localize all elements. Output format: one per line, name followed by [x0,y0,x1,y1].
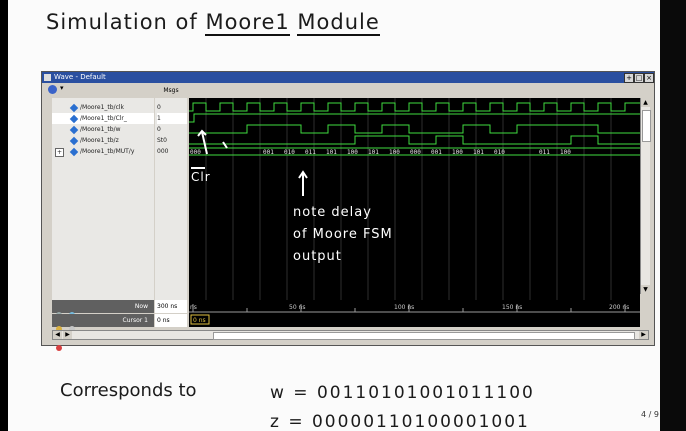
wave-toolbar: ▾ [42,83,654,96]
signal-value-pane: 0 1 0 St0 000 [155,98,187,308]
signal-value: 1 [157,113,187,124]
timeline-tick-label: 100 ns [394,304,414,311]
time-ruler-svg: ns 50 ns 100 ns 150 ns 200 ns 0 ns [189,304,640,325]
w-sequence-text: w = 00110101001011100 [270,383,535,403]
signal-diamond-icon [69,103,79,113]
globe-icon[interactable] [48,85,57,94]
clr-waveform [189,113,640,123]
bus-value-label: 100 [452,149,463,156]
waveform-svg: 000 001 010 011 101 100 101 100 000 001 … [189,98,640,308]
signal-value: 0 [157,104,161,111]
signal-diamond-icon [69,114,79,124]
slide-page: Simulation of Moore1 Module Wave - Defau… [8,0,660,431]
signal-name: /Moore1_tb/w [80,126,121,133]
z-waveform [189,135,640,145]
scroll-right-arrow-icon[interactable]: ▶ [639,331,648,339]
wave-window-titlebar: Wave - Default + □ × [42,72,654,83]
cursor-row-icons [56,317,86,351]
bus-value-label: 011 [305,149,316,156]
scroll-down-arrow-icon[interactable]: ▼ [641,285,650,294]
now-row: Now [52,300,154,337]
scroll-right-arrow-small-icon[interactable]: ▶ [63,331,72,339]
corresponds-to-text: Corresponds to [60,380,197,401]
horizontal-scroll-thumb[interactable] [213,332,635,340]
signal-row-w[interactable]: /Moore1_tb/w [52,124,154,135]
timeline-tick-label: 50 ns [289,304,305,311]
timeline-tick-label: 150 ns [502,304,522,311]
bus-value-label: 001 [431,149,442,156]
signal-row-clr[interactable]: /Moore1_tb/Clr_ [52,113,154,124]
timeline-tick-label: ns [190,304,197,311]
time-ruler[interactable]: ns 50 ns 100 ns 150 ns 200 ns 0 ns [189,300,640,327]
now-label: Now [134,303,148,310]
annotation-note-line1: note delay [293,205,372,220]
window-dock-button[interactable]: + [624,73,634,83]
bus-value-label: 010 [494,149,505,156]
signal-row-y[interactable]: + /Moore1_tb/MUT/y [52,146,154,157]
title-underlined-moore: Moore1 [205,10,290,36]
bus-value-label: 001 [263,149,274,156]
signal-name: /Moore1_tb/Clr_ [80,115,127,122]
clk-waveform [189,102,640,112]
signal-diamond-icon [69,136,79,146]
waveform-pane[interactable]: 000 001 010 011 101 100 101 100 000 001 … [189,98,640,308]
msgs-column-header: Msgs [163,87,179,94]
bus-value-label: 100 [560,149,571,156]
signal-name: /Moore1_tb/z [80,137,119,144]
bus-value-label: 000 [410,149,421,156]
bus-value-label: 101 [326,149,337,156]
signal-value: 000 [157,148,169,155]
signal-row-clk[interactable]: /Moore1_tb/clk [52,102,154,113]
right-black-strip [660,0,686,431]
scroll-left-arrow-icon[interactable]: ◀ [53,331,62,339]
mouse-pointer [222,141,228,149]
bus-value-label: 101 [368,149,379,156]
page-number: 4 / 9 [641,410,659,419]
window-app-icon [44,74,51,81]
cursor-row: Cursor 1 [52,314,154,351]
annotation-note-line3: output [293,249,342,264]
timeline-tick-label: 200 ns [609,304,629,311]
vertical-scroll-thumb[interactable] [642,110,651,142]
bus-value-label: 100 [389,149,400,156]
window-close-button[interactable]: × [644,73,654,83]
signal-name-pane: /Moore1_tb/clk /Moore1_tb/Clr_ /Moore1_t… [52,98,154,308]
dropdown-arrow-icon[interactable]: ▾ [60,84,64,92]
signal-diamond-icon [69,147,79,157]
bus-value-label: 101 [473,149,484,156]
title-text: Simulation of [46,10,206,34]
w-waveform [189,124,640,134]
annotation-clr: Clr [191,170,211,184]
bus-value-label: 011 [539,149,550,156]
bus-value-label: 100 [347,149,358,156]
bus-value-label: 010 [284,149,295,156]
vertical-scrollbar[interactable]: ▲ ▼ [640,98,651,294]
horizontal-scrollbar[interactable]: ◀ ▶ ▶ [52,330,649,340]
scroll-up-arrow-icon[interactable]: ▲ [641,98,650,107]
expand-plus-icon[interactable]: + [55,148,64,157]
cursor-marker-label: 0 ns [193,317,206,324]
now-row-icons [56,303,86,337]
cursor-label: Cursor 1 [122,317,148,324]
title-underlined-module: Module [297,10,380,36]
wave-window: Wave - Default + □ × ▾ Msgs /Moore1_tb/c… [41,71,655,351]
signal-name: /Moore1_tb/clk [80,104,125,111]
cursor-value: 0 ns [155,314,187,327]
z-sequence-text: z = 00000110100001001 [270,412,530,431]
now-value: 300 ns [155,300,187,313]
signal-value: St0 [157,137,167,144]
wave-window-title: Wave - Default [54,73,106,81]
signal-diamond-icon [69,125,79,135]
annotation-note-line2: of Moore FSM [293,227,393,242]
window-float-button[interactable]: □ [634,73,644,83]
slide-title: Simulation of Moore1 Module [46,10,380,36]
signal-name: /Moore1_tb/MUT/y [80,148,135,155]
signal-value: 0 [157,126,161,133]
signal-row-z[interactable]: /Moore1_tb/z [52,135,154,146]
remove-cursor-icon[interactable] [56,345,62,351]
bus-value-label: 000 [190,149,201,156]
status-label-pane: Now Cursor 1 [52,300,154,351]
